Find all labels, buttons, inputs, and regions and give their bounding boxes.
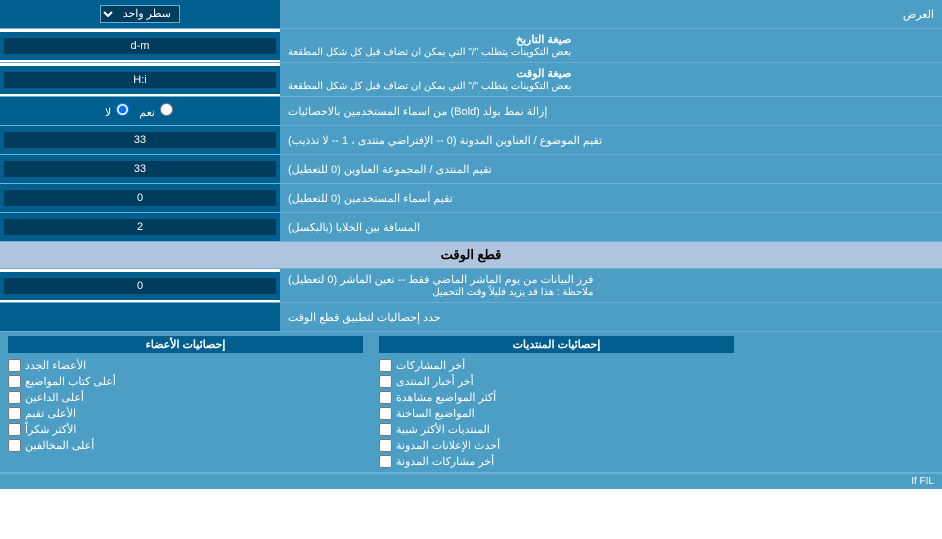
checkbox-hot-topics[interactable]: [379, 407, 392, 420]
cell-distance-row: المسافة بين الخلايا (بالبكسل): [0, 213, 942, 242]
checkbox-new-members[interactable]: [8, 359, 21, 372]
forum-order-input[interactable]: [4, 161, 276, 177]
topic-order-input-wrap: [0, 126, 280, 154]
checkbox-top-rated[interactable]: [8, 407, 21, 420]
checkbox-item-top-inviters: أعلى الداعين: [8, 391, 363, 404]
checkbox-top-writers[interactable]: [8, 375, 21, 388]
stats-apply-label: حدد إحصاليات لتطبيق قطع الوقت: [280, 303, 942, 331]
cutoff-row: فرز البيانات من يوم الماشر الماضي فقط --…: [0, 269, 942, 303]
checkbox-col-forums: إحصائيات المنتديات أخر المشاركات أخر أخب…: [371, 336, 742, 468]
checkbox-most-thanked[interactable]: [8, 423, 21, 436]
display-label: العرض: [280, 4, 942, 25]
cutoff-input[interactable]: [4, 278, 276, 294]
cutoff-input-wrap: [0, 272, 280, 300]
time-format-input-wrap: [0, 66, 280, 94]
display-row: العرض سطر واحد سطران ثلاثة أسطر: [0, 0, 942, 29]
bold-remove-yes-label: نعم: [139, 103, 175, 119]
bold-remove-radio-wrap: نعم لا: [0, 97, 280, 125]
cutoff-label: فرز البيانات من يوم الماشر الماضي فقط --…: [280, 269, 942, 302]
bold-remove-label: إزالة نمط بولد (Bold) من اسماء المستخدمي…: [280, 97, 942, 125]
user-order-input-wrap: [0, 184, 280, 212]
forum-order-label: تقيم المنتدى / المجموعة العناوين (0 للتع…: [280, 155, 942, 183]
user-order-label: تقيم أسماء المستخدمين (0 للتعطيل): [280, 184, 942, 212]
checkbox-item-similar-forums: المنتديات الأكثر شبية: [379, 423, 734, 436]
checkbox-col-members: إحصائيات الأعضاء الأعضاء الجدد أعلى كتاب…: [0, 336, 371, 468]
user-order-input[interactable]: [4, 190, 276, 206]
stats-apply-row: حدد إحصاليات لتطبيق قطع الوقت: [0, 303, 942, 332]
checkbox-blog-posts[interactable]: [379, 455, 392, 468]
checkboxes-area: إحصائيات المنتديات أخر المشاركات أخر أخب…: [0, 332, 942, 473]
checkbox-most-viewed[interactable]: [379, 391, 392, 404]
checkbox-latest-announcements[interactable]: [379, 439, 392, 452]
date-format-input[interactable]: [4, 38, 276, 54]
bold-remove-yes-radio[interactable]: [160, 103, 173, 116]
checkbox-item-blog-posts: أخر مشاركات المدونة: [379, 455, 734, 468]
checkbox-top-violators[interactable]: [8, 439, 21, 452]
checkbox-forum-news[interactable]: [379, 375, 392, 388]
main-container: العرض سطر واحد سطران ثلاثة أسطر صيغة الت…: [0, 0, 942, 489]
checkbox-item-forum-news: أخر أخبار المنتدى: [379, 375, 734, 388]
checkbox-item-hot-topics: المواضيع الساخنة: [379, 407, 734, 420]
cell-distance-label: المسافة بين الخلايا (بالبكسل): [280, 213, 942, 241]
topic-order-row: تقيم الموضوع / العناوين المدونة (0 -- ال…: [0, 126, 942, 155]
topic-order-input[interactable]: [4, 132, 276, 148]
date-format-row: صيغة التاريخ بعض التكوينات يتطلب "/" الت…: [0, 29, 942, 63]
time-format-input[interactable]: [4, 72, 276, 88]
checkbox-similar-forums[interactable]: [379, 423, 392, 436]
checkbox-item-top-writers: أعلى كتاب المواضيع: [8, 375, 363, 388]
bottom-note: If FIL: [0, 473, 942, 489]
date-format-input-wrap: [0, 32, 280, 60]
col-forums-header: إحصائيات المنتديات: [379, 336, 734, 353]
forum-order-row: تقيم المنتدى / المجموعة العناوين (0 للتع…: [0, 155, 942, 184]
display-select[interactable]: سطر واحد سطران ثلاثة أسطر: [100, 5, 180, 23]
checkbox-item-last-posts: أخر المشاركات: [379, 359, 734, 372]
checkbox-item-new-members: الأعضاء الجدد: [8, 359, 363, 372]
col-members-header: إحصائيات الأعضاء: [8, 336, 363, 353]
checkbox-item-most-viewed: أكثر المواضيع مشاهدة: [379, 391, 734, 404]
display-select-wrap: سطر واحد سطران ثلاثة أسطر: [0, 0, 280, 28]
checkbox-item-latest-announcements: أحدث الإعلانات المدونة: [379, 439, 734, 452]
bold-remove-row: إزالة نمط بولد (Bold) من اسماء المستخدمي…: [0, 97, 942, 126]
time-format-label: صيغة الوقت بعض التكوينات يتطلب "/" التي …: [280, 63, 942, 96]
checkbox-item-most-thanked: الأكثر شكراً: [8, 423, 363, 436]
time-format-row: صيغة الوقت بعض التكوينات يتطلب "/" التي …: [0, 63, 942, 97]
forum-order-input-wrap: [0, 155, 280, 183]
checkbox-col-spacer: [742, 336, 942, 468]
topic-order-label: تقيم الموضوع / العناوين المدونة (0 -- ال…: [280, 126, 942, 154]
bold-remove-no-radio[interactable]: [116, 103, 129, 116]
cutoff-section-header: قطع الوقت: [0, 242, 942, 269]
cell-distance-input[interactable]: [4, 219, 276, 235]
date-format-label: صيغة التاريخ بعض التكوينات يتطلب "/" الت…: [280, 29, 942, 62]
checkbox-item-top-rated: الأعلى تقيم: [8, 407, 363, 420]
checkbox-last-posts[interactable]: [379, 359, 392, 372]
checkbox-item-top-violators: أعلى المخالفين: [8, 439, 363, 452]
stats-apply-input-wrap: [0, 303, 280, 331]
cell-distance-input-wrap: [0, 213, 280, 241]
checkbox-top-inviters[interactable]: [8, 391, 21, 404]
user-order-row: تقيم أسماء المستخدمين (0 للتعطيل): [0, 184, 942, 213]
bold-remove-no-label: لا: [105, 103, 131, 119]
